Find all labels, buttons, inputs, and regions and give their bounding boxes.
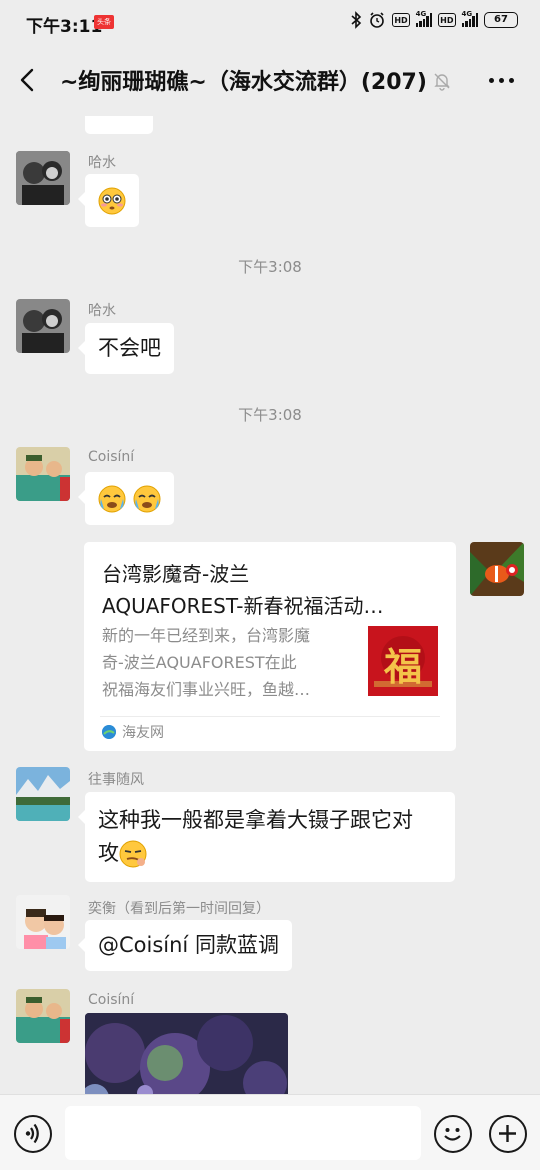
alarm-icon bbox=[368, 11, 386, 29]
voice-icon[interactable] bbox=[14, 1115, 52, 1153]
avatar[interactable] bbox=[16, 447, 70, 501]
image-message[interactable] bbox=[85, 1013, 288, 1094]
message-bubble[interactable]: 这种我一般都是拿着大镊子跟它对 攻 bbox=[78, 792, 455, 882]
timestamp: 下午3:08 bbox=[238, 258, 302, 276]
hd-icon: HD bbox=[438, 13, 456, 27]
chat-title: ~绚丽珊瑚礁~（海水交流群）(207) bbox=[60, 70, 427, 95]
message-bubble[interactable]: 不会吧 bbox=[78, 323, 174, 374]
source-logo-icon bbox=[102, 725, 116, 739]
avatar[interactable] bbox=[16, 299, 70, 353]
status-time: 下午3:11 bbox=[26, 17, 103, 37]
sneaky-face-icon bbox=[119, 840, 147, 868]
message-bubble[interactable]: 对啊 bbox=[85, 116, 153, 134]
avatar[interactable] bbox=[16, 989, 70, 1043]
message-list[interactable]: 对啊 哈水 下午3:08 哈水 不会吧 下午3:08 Coisíní 台湾影 bbox=[0, 116, 540, 1094]
status-bar: 下午3:11 头条 HD 4G HD 4G 67 bbox=[0, 0, 540, 44]
message-bubble[interactable]: @Coisíní 同款蓝调 bbox=[78, 920, 292, 971]
input-bar bbox=[0, 1094, 540, 1170]
signal-icon: 4G bbox=[461, 10, 478, 27]
timestamp: 下午3:08 bbox=[238, 406, 302, 424]
divider bbox=[100, 716, 440, 717]
sender-name: 哈水 bbox=[88, 155, 116, 171]
link-card-description: 新的一年已经到来，台湾影魔 奇-波兰AQUAFOREST在此 祝福海友们事业兴旺… bbox=[102, 626, 311, 699]
link-card-source: 海友网 bbox=[102, 722, 164, 742]
bluetooth-icon bbox=[350, 11, 362, 29]
app-badge-icon: 头条 bbox=[94, 15, 114, 29]
sender-name: 往事随风 bbox=[88, 772, 144, 788]
mute-bell-icon bbox=[432, 71, 452, 91]
avatar[interactable] bbox=[470, 542, 524, 596]
message-bubble[interactable] bbox=[78, 174, 139, 227]
plus-icon[interactable] bbox=[489, 1115, 527, 1153]
avatar[interactable] bbox=[16, 151, 70, 205]
chat-header: ~绚丽珊瑚礁~（海水交流群）(207) bbox=[0, 44, 540, 116]
sender-name: 哈水 bbox=[88, 303, 116, 319]
link-card-title: 台湾影魔奇-波兰 AQUAFOREST-新春祝福活动… bbox=[102, 562, 384, 618]
more-icon[interactable] bbox=[489, 78, 514, 83]
back-icon[interactable] bbox=[14, 66, 42, 94]
message-input[interactable] bbox=[65, 1106, 421, 1160]
avatar[interactable] bbox=[16, 895, 70, 949]
sender-name: 奕衡（看到后第一时间回复） bbox=[88, 901, 270, 917]
link-card[interactable]: 台湾影魔奇-波兰 AQUAFOREST-新春祝福活动… 新的一年已经到来，台湾影… bbox=[84, 542, 456, 751]
message-bubble[interactable] bbox=[78, 472, 174, 525]
link-card-thumbnail: 福 bbox=[368, 626, 438, 696]
battery-icon: 67 bbox=[484, 12, 518, 28]
sender-name: Coisíní bbox=[88, 449, 135, 465]
flushed-face-icon bbox=[98, 187, 126, 215]
crying-face-icon bbox=[133, 485, 161, 513]
sender-name: Coisíní bbox=[88, 992, 135, 1008]
hd-icon: HD bbox=[392, 13, 410, 27]
signal-icon: 4G bbox=[415, 10, 433, 27]
crying-face-icon bbox=[98, 485, 126, 513]
avatar[interactable] bbox=[16, 767, 70, 821]
emoji-icon[interactable] bbox=[434, 1115, 472, 1153]
